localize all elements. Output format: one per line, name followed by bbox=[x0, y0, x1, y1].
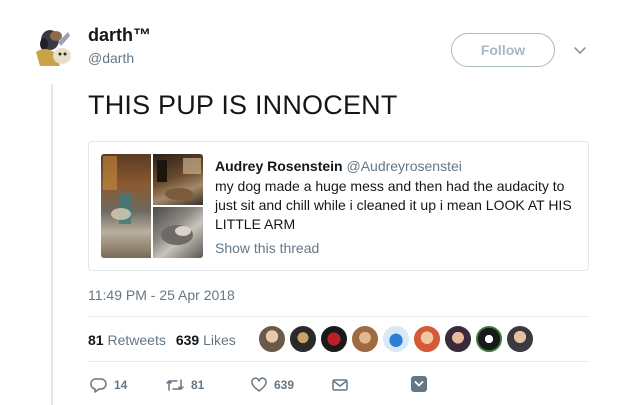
liker-avatar[interactable] bbox=[320, 325, 348, 353]
bookmark-icon bbox=[411, 376, 427, 392]
show-thread-link[interactable]: Show this thread bbox=[215, 240, 319, 256]
liker-avatar[interactable] bbox=[258, 325, 286, 353]
retweet-icon bbox=[165, 376, 185, 394]
divider bbox=[88, 361, 589, 362]
retweets-stat[interactable]: 81 Retweets bbox=[88, 332, 166, 348]
liker-avatar[interactable] bbox=[444, 325, 472, 353]
reply-action[interactable]: 14 bbox=[90, 376, 127, 394]
likes-count: 639 bbox=[175, 332, 200, 348]
retweet-count: 81 bbox=[191, 378, 205, 392]
quoted-author-handle[interactable]: @Audreyrosenstei bbox=[346, 158, 461, 174]
tweet-actions: 14 81 639 bbox=[88, 376, 589, 396]
like-count: 639 bbox=[274, 378, 295, 392]
quoted-photo[interactable] bbox=[153, 207, 203, 258]
author-name[interactable]: darth™ bbox=[88, 24, 151, 46]
retweet-action[interactable]: 81 bbox=[165, 376, 204, 394]
quoted-header: Audrey Rosenstein @Audreyrosenstei bbox=[215, 157, 462, 175]
tweet-stats: 81 Retweets 639 Likes bbox=[88, 332, 236, 348]
divider bbox=[88, 316, 589, 317]
heart-icon bbox=[250, 376, 268, 394]
message-action[interactable] bbox=[331, 376, 349, 394]
like-action[interactable]: 639 bbox=[250, 376, 294, 394]
tweet-timestamp[interactable]: 11:49 PM - 25 Apr 2018 bbox=[88, 287, 235, 303]
reply-icon bbox=[90, 376, 108, 394]
quoted-media-grid[interactable] bbox=[101, 154, 203, 258]
liker-avatar[interactable] bbox=[475, 325, 503, 353]
author-handle[interactable]: @darth bbox=[88, 50, 134, 66]
retweets-label: Retweets bbox=[107, 332, 166, 348]
follow-button[interactable]: Follow bbox=[451, 33, 555, 67]
quoted-photo[interactable] bbox=[153, 154, 203, 205]
quoted-author-name[interactable]: Audrey Rosenstein bbox=[215, 158, 343, 174]
retweets-count: 81 bbox=[88, 332, 104, 348]
likers-avatars bbox=[258, 325, 537, 353]
reply-count: 14 bbox=[114, 378, 128, 392]
bookmark-action[interactable] bbox=[411, 376, 427, 392]
likes-stat[interactable]: 639 Likes bbox=[176, 332, 236, 348]
chevron-down-icon[interactable] bbox=[572, 42, 588, 58]
tweet-text: THIS PUP IS INNOCENT bbox=[88, 90, 398, 120]
liker-avatar[interactable] bbox=[506, 325, 534, 353]
liker-avatar[interactable] bbox=[289, 325, 317, 353]
thread-line bbox=[51, 84, 53, 405]
envelope-icon bbox=[331, 376, 349, 394]
quoted-tweet[interactable]: Audrey Rosenstein @Audreyrosenstei my do… bbox=[88, 141, 589, 271]
liker-avatar[interactable] bbox=[413, 325, 441, 353]
quoted-photo[interactable] bbox=[101, 154, 151, 258]
liker-avatar[interactable] bbox=[382, 325, 410, 353]
quoted-text: my dog made a huge mess and then had the… bbox=[215, 178, 572, 232]
author-avatar[interactable] bbox=[30, 22, 78, 70]
likes-label: Likes bbox=[203, 332, 236, 348]
liker-avatar[interactable] bbox=[351, 325, 379, 353]
